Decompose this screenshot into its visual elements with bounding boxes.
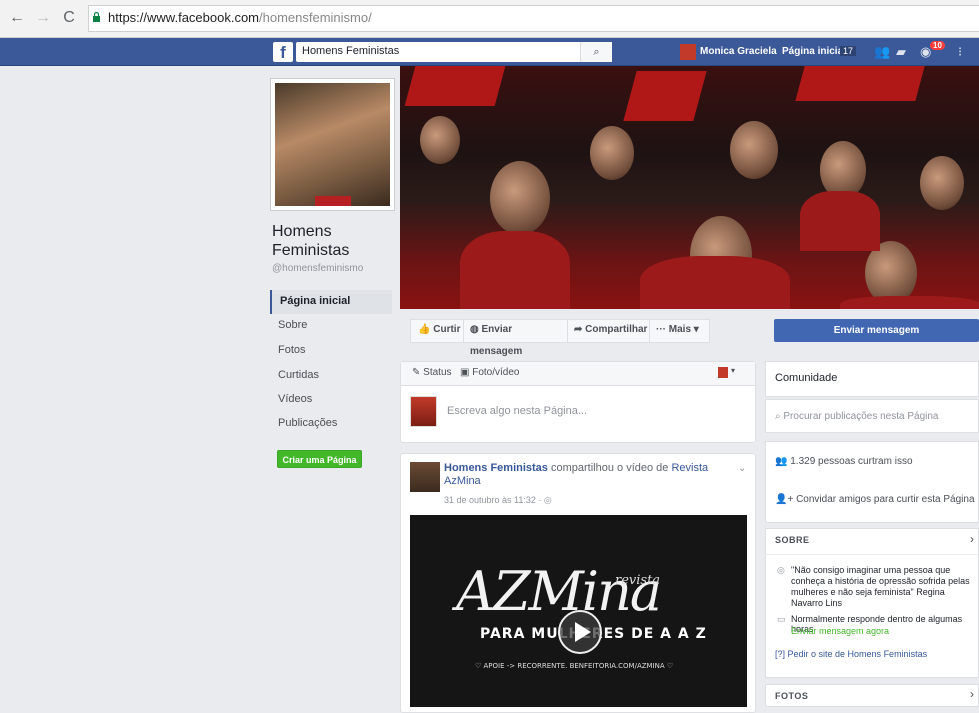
- page-title-line1: Homens: [272, 223, 332, 240]
- about-quote: "Não consigo imaginar uma pessoa que con…: [791, 565, 970, 608]
- send-message-now-link[interactable]: Enviar mensagem agora: [791, 626, 889, 636]
- photos-section-title[interactable]: FOTOS: [775, 691, 808, 701]
- like-icon: 👍: [418, 324, 434, 335]
- play-button-icon[interactable]: [558, 610, 602, 654]
- invite-friends-text: Convidar amigos para curtir esta Página: [796, 494, 975, 505]
- cover-photo[interactable]: [400, 66, 979, 309]
- more-button[interactable]: ··· Mais ▾: [652, 319, 708, 343]
- chevron-right-icon[interactable]: ›: [970, 532, 974, 546]
- page-title-line2: Feministas: [272, 242, 350, 259]
- profile-picture[interactable]: [270, 78, 395, 211]
- nav-item-about[interactable]: Sobre: [270, 314, 392, 338]
- post-header: Homens Feministas compartilhou o vídeo d…: [444, 462, 734, 488]
- back-arrow-icon[interactable]: ←: [8, 9, 26, 27]
- user-name-link[interactable]: Monica Graciela: [700, 46, 777, 57]
- forward-arrow-icon[interactable]: →: [34, 9, 52, 27]
- community-title: Comunidade: [775, 372, 838, 384]
- chevron-right-icon[interactable]: ›: [970, 687, 974, 701]
- divider: [765, 554, 979, 555]
- search-icon[interactable]: ⌕: [580, 42, 612, 62]
- composer-avatar: [410, 396, 437, 427]
- post-timestamp[interactable]: 31 de outubro às 11:32 · ◎: [444, 495, 552, 506]
- invite-friends-link[interactable]: 👤+ Convidar amigos para curtir esta Pági…: [775, 494, 975, 505]
- friend-requests-icon[interactable]: 👥: [874, 44, 890, 60]
- like-button-label: Curtir: [433, 324, 461, 335]
- like-button[interactable]: 👍 Curtir: [414, 319, 464, 343]
- question-icon: [?]: [775, 649, 788, 659]
- nav-item-posts[interactable]: Publicações: [270, 412, 392, 436]
- post-timestamp-text: 31 de outubro às 11:32 ·: [444, 495, 542, 505]
- post-shared-text: compartilhou o vídeo de: [550, 462, 669, 474]
- caret-down-icon[interactable]: ▾: [731, 366, 735, 375]
- nav-item-home[interactable]: Página inicial: [270, 290, 392, 314]
- page-search-input[interactable]: ⌕ Procurar publicações nesta Página: [775, 411, 938, 422]
- post-options-chevron-icon[interactable]: ⌄: [738, 463, 746, 474]
- video-footer: ♡ APOIE -> RECORRENTE. BENFEITORIA.COM/A…: [475, 662, 674, 670]
- request-website-text: Pedir o site de Homens Feministas: [787, 649, 928, 659]
- nav-item-videos[interactable]: Vídeos: [270, 388, 392, 412]
- share-icon: ➦: [574, 324, 586, 335]
- home-link[interactable]: Página inicial: [782, 46, 846, 57]
- create-page-button[interactable]: Criar uma Página: [277, 450, 362, 468]
- pencil-icon: ✎: [412, 367, 424, 378]
- url-text[interactable]: https://www.facebook.com/homensfeminismo…: [108, 10, 372, 25]
- people-icon: 👥: [775, 456, 791, 467]
- reload-icon[interactable]: C: [60, 9, 78, 27]
- community-box: [765, 441, 979, 523]
- share-label: Compartilhar: [585, 324, 648, 335]
- status-tab[interactable]: ✎ Status: [412, 367, 452, 378]
- url-path: /homensfeminismo/: [259, 10, 372, 25]
- photo-video-tab-label: Foto/vídeo: [472, 367, 520, 378]
- profile-photo: [275, 83, 390, 206]
- page-title: Homens Feministas: [272, 222, 382, 260]
- page-handle: @homensfeminismo: [272, 263, 364, 274]
- share-button[interactable]: ➦ Compartilhar: [570, 319, 650, 343]
- facebook-search-input[interactable]: Homens Feministas: [296, 42, 612, 62]
- lock-icon: [93, 12, 100, 22]
- likes-row: 👥 1.329 pessoas curtram isso: [775, 456, 913, 467]
- nav-item-likes[interactable]: Curtidas: [270, 364, 392, 388]
- caret-down-icon: ▾: [691, 324, 699, 335]
- photo-video-tab[interactable]: ▣ Foto/vídeo: [460, 367, 520, 378]
- composer-tabs: [401, 362, 755, 386]
- user-avatar[interactable]: [680, 44, 696, 60]
- video-title-small: revista: [615, 573, 661, 588]
- video-title-main: AZMina: [456, 560, 662, 623]
- more-label: Mais: [668, 324, 692, 335]
- send-message-button[interactable]: ◍ Enviar mensagem: [466, 319, 568, 357]
- messages-icon[interactable]: ▰: [896, 44, 906, 60]
- ellipsis-icon: ···: [656, 324, 669, 335]
- info-icon: ◎: [777, 565, 785, 575]
- notifications-badge: 10: [930, 41, 945, 50]
- photo-icon: ▣: [460, 367, 473, 378]
- send-message-primary-button[interactable]: Enviar mensagem: [774, 319, 979, 342]
- post-as-avatar[interactable]: [718, 367, 728, 378]
- url-host: https://www.facebook.com: [108, 10, 260, 25]
- likes-text: 1.329 pessoas curtram isso: [790, 456, 913, 467]
- composer-input[interactable]: Escreva algo nesta Página...: [447, 405, 587, 417]
- message-icon: ◍: [470, 324, 482, 335]
- about-section-title[interactable]: SOBRE: [775, 535, 810, 545]
- nav-item-photos[interactable]: Fotos: [270, 339, 392, 363]
- globe-icon: ◎: [541, 495, 552, 505]
- home-count-badge: 17: [840, 46, 857, 56]
- status-tab-label: Status: [423, 367, 452, 378]
- facebook-logo-icon[interactable]: f: [273, 42, 293, 62]
- quick-help-icon[interactable]: ⁝: [958, 44, 962, 60]
- page-search-placeholder: Procurar publicações nesta Página: [783, 411, 939, 422]
- post-author-avatar[interactable]: [410, 462, 440, 492]
- post-author-link[interactable]: Homens Feministas: [444, 462, 548, 474]
- add-friend-icon: 👤+: [775, 494, 797, 505]
- request-website-link[interactable]: [?] Pedir o site de Homens Feministas: [775, 649, 927, 659]
- response-time-icon: ▭: [777, 614, 786, 624]
